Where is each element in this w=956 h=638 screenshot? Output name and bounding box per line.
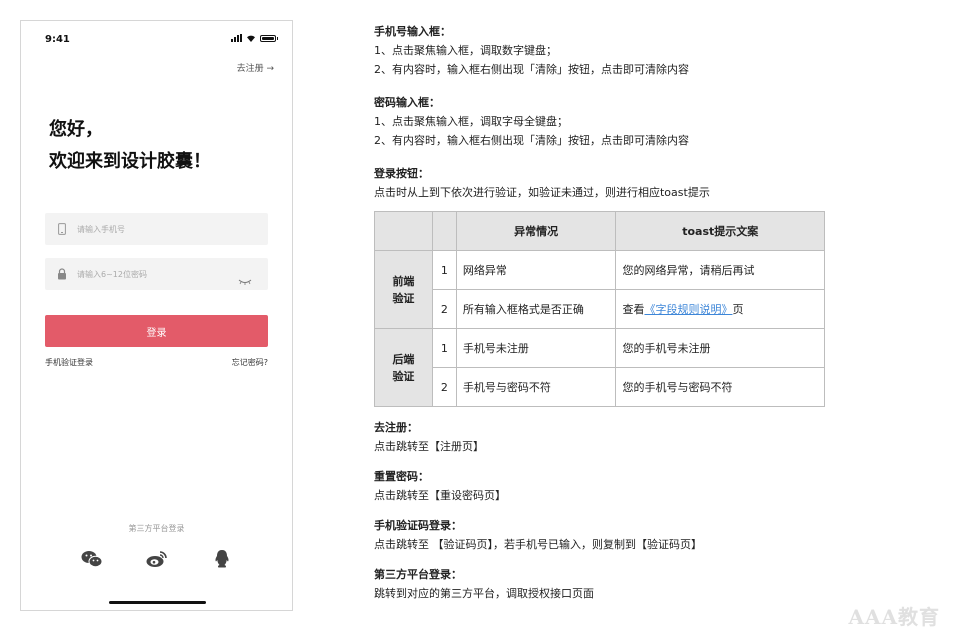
greeting-line-1: 您好， bbox=[49, 119, 103, 140]
battery-icon bbox=[260, 34, 278, 42]
signal-icon bbox=[231, 34, 242, 42]
note-title: 手机号输入框： bbox=[374, 25, 451, 38]
phone-mockup: 9:41 去注册 → 您好， 欢迎来到设计胶囊！ 请输入手机号 请输入6~12位… bbox=[20, 20, 293, 611]
table-header-toast: toast提示文案 bbox=[615, 211, 825, 251]
group-label: 验证 bbox=[392, 369, 415, 383]
note-line: 2、有内容时，输入框右侧出现「清除」按钮，点击即可清除内容 bbox=[374, 63, 689, 76]
note-title: 登录按钮： bbox=[374, 167, 429, 180]
group-label: 验证 bbox=[392, 291, 415, 305]
table-row: 后端 验证 1 手机号未注册 您的手机号未注册 bbox=[374, 328, 825, 407]
forgot-password-link[interactable]: 忘记密码? bbox=[232, 357, 268, 368]
note-title: 手机验证码登录： bbox=[374, 519, 462, 532]
note-line: 点击时从上到下依次进行验证，如验证未通过，则进行相应toast提示 bbox=[374, 186, 710, 199]
greeting-line-2: 欢迎来到设计胶囊！ bbox=[49, 151, 211, 172]
password-input-placeholder: 请输入6~12位密码 bbox=[77, 269, 147, 279]
note-line: 点击跳转至 【验证码页】，若手机号已输入，则复制到【验证码页】 bbox=[374, 538, 702, 551]
table-header-empty bbox=[374, 211, 433, 251]
home-indicator bbox=[109, 601, 206, 604]
field-rules-link[interactable]: 《字段规则说明》 bbox=[644, 303, 732, 316]
group-backend: 后端 验证 bbox=[374, 328, 433, 407]
third-party-icons bbox=[21, 549, 292, 569]
status-time: 9:41 bbox=[45, 34, 70, 45]
group-label: 后端 bbox=[392, 352, 415, 366]
phone-input-placeholder: 请输入手机号 bbox=[77, 224, 125, 234]
table-row: 前端 验证 1 网络异常 您的网络异常，请稍后再试 bbox=[374, 250, 825, 329]
wifi-icon bbox=[247, 35, 255, 42]
sms-login-link[interactable]: 手机验证登录 bbox=[45, 357, 93, 368]
note-title: 第三方平台登录： bbox=[374, 568, 462, 581]
row-toast: 查看《字段规则说明》页 bbox=[615, 289, 825, 329]
watermark: AAA教育 bbox=[848, 605, 940, 629]
note-title: 去注册： bbox=[374, 421, 418, 434]
toast-prefix: 查看 bbox=[622, 303, 645, 316]
third-party-label: 第三方平台登录 bbox=[128, 524, 185, 533]
row-condition: 手机号未注册 bbox=[455, 328, 617, 368]
note-line: 1、点击聚焦输入框，调取数字键盘； bbox=[374, 44, 557, 57]
row-condition: 所有输入框格式是否正确 bbox=[455, 289, 617, 329]
row-number: 2 bbox=[431, 367, 457, 407]
toast-suffix: 页 bbox=[732, 303, 744, 316]
go-register-link[interactable]: 去注册 → bbox=[237, 61, 274, 74]
row-number: 1 bbox=[431, 250, 457, 290]
note-reset-password: 重置密码： 点击跳转至【重设密码页】 bbox=[374, 467, 506, 505]
row-condition: 手机号与密码不符 bbox=[455, 367, 617, 407]
weibo-icon[interactable] bbox=[146, 549, 168, 569]
password-input[interactable]: 请输入6~12位密码 bbox=[45, 258, 268, 290]
note-phone-input: 手机号输入框： 1、点击聚焦输入框，调取数字键盘； 2、有内容时，输入框右侧出现… bbox=[374, 22, 689, 79]
table-header-condition: 异常情况 bbox=[455, 211, 617, 251]
note-register: 去注册： 点击跳转至【注册页】 bbox=[374, 418, 484, 456]
lock-icon bbox=[55, 267, 69, 281]
note-title: 密码输入框： bbox=[374, 96, 440, 109]
table-header-empty bbox=[431, 211, 457, 251]
group-label: 前端 bbox=[392, 274, 415, 288]
row-number: 2 bbox=[431, 289, 457, 329]
note-line: 点击跳转至【重设密码页】 bbox=[374, 489, 506, 502]
status-icons bbox=[231, 34, 278, 42]
note-title: 重置密码： bbox=[374, 470, 429, 483]
login-button[interactable]: 登录 bbox=[45, 315, 268, 347]
phone-input[interactable]: 请输入手机号 bbox=[45, 213, 268, 245]
table-row: 2 手机号与密码不符 您的手机号与密码不符 bbox=[375, 367, 825, 407]
note-login-button: 登录按钮： 点击时从上到下依次进行验证，如验证未通过，则进行相应toast提示 bbox=[374, 164, 710, 202]
qq-icon[interactable] bbox=[211, 549, 233, 569]
validation-table: 异常情况 toast提示文案 前端 验证 1 网络异常 您的网络异常，请稍后再试… bbox=[374, 211, 825, 407]
row-number: 1 bbox=[431, 328, 457, 368]
group-frontend: 前端 验证 bbox=[374, 250, 433, 329]
note-line: 1、点击聚焦输入框，调取字母全键盘； bbox=[374, 115, 568, 128]
note-sms-login: 手机验证码登录： 点击跳转至 【验证码页】，若手机号已输入，则复制到【验证码页】 bbox=[374, 516, 702, 554]
row-condition: 网络异常 bbox=[455, 250, 617, 290]
note-password-input: 密码输入框： 1、点击聚焦输入框，调取字母全键盘； 2、有内容时，输入框右侧出现… bbox=[374, 93, 689, 150]
wechat-icon[interactable] bbox=[81, 549, 103, 569]
row-toast: 您的手机号与密码不符 bbox=[615, 367, 825, 407]
status-bar: 9:41 bbox=[21, 21, 292, 57]
eye-closed-icon[interactable] bbox=[238, 270, 252, 289]
note-third-party: 第三方平台登录： 跳转到对应的第三方平台，调取授权接口页面 bbox=[374, 565, 594, 603]
note-line: 2、有内容时，输入框右侧出现「清除」按钮，点击即可清除内容 bbox=[374, 134, 689, 147]
table-header-row: 异常情况 toast提示文案 bbox=[374, 211, 825, 251]
table-row: 2 所有输入框格式是否正确 查看《字段规则说明》页 bbox=[375, 289, 825, 329]
row-toast: 您的网络异常，请稍后再试 bbox=[615, 250, 825, 290]
row-toast: 您的手机号未注册 bbox=[615, 328, 825, 368]
note-line: 跳转到对应的第三方平台，调取授权接口页面 bbox=[374, 587, 594, 600]
mobile-phone-icon bbox=[55, 222, 69, 236]
note-line: 点击跳转至【注册页】 bbox=[374, 440, 484, 453]
